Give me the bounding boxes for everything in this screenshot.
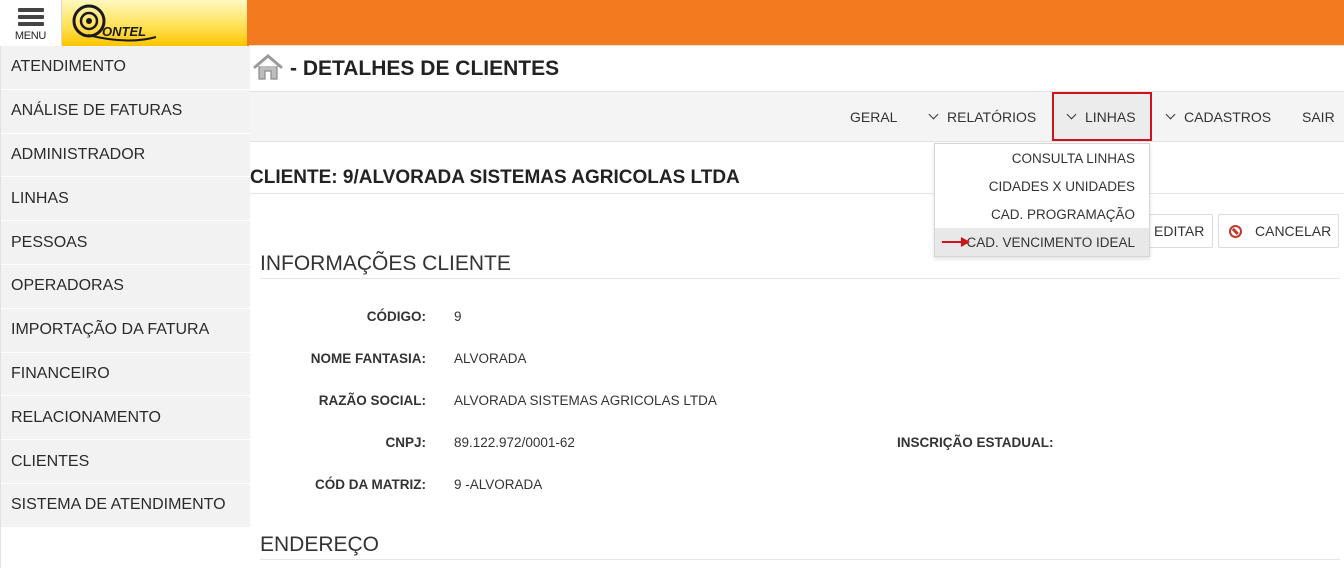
sidebar-item-operadoras[interactable]: OPERADORAS [1,264,250,309]
sidebar-item-administrador[interactable]: ADMINISTRADOR [1,133,250,178]
field-label-cod-matriz: CÓD DA MATRIZ: [315,477,426,492]
field-label-codigo: CÓDIGO: [366,309,426,324]
logo-text: ONTEL [102,24,146,39]
linhas-dropdown-menu: CONSULTA LINHAS CIDADES X UNIDADES CAD. … [934,143,1150,257]
field-value-nome-fantasia: ALVORADA [454,351,527,366]
sidebar-item-linhas[interactable]: LINHAS [1,177,250,222]
nav-linhas-label: LINHAS [1085,108,1136,125]
nav-relatorios[interactable]: RELATÓRIOS [928,92,1037,141]
nav-cadastros-label: CADASTROS [1184,108,1272,125]
nav-sair[interactable]: SAIR [1302,92,1335,141]
edit-button[interactable]: EDITAR [1143,214,1213,248]
main-content: - DETALHES DE CLIENTES GERAL RELATÓRIOS … [250,46,1344,568]
menu-item-cad-programacao[interactable]: CAD. PROGRAMAÇÃO [935,200,1149,228]
page-header: - DETALHES DE CLIENTES [252,52,559,82]
menu-button[interactable]: MENU [0,0,62,46]
field-value-codigo: 9 [454,309,462,324]
logo-icon: ONTEL [72,4,157,42]
cancel-button-label: CANCELAR [1255,223,1332,239]
top-navigation: GERAL RELATÓRIOS LINHAS CADASTROS SAIR [250,91,1344,142]
sidebar-filler [0,527,250,568]
cancel-button[interactable]: CANCELAR [1218,214,1339,248]
menu-item-consulta-linhas[interactable]: CONSULTA LINHAS [935,144,1149,172]
chevron-down-icon [928,109,939,120]
section-heading-info: INFORMAÇÕES CLIENTE [260,252,511,275]
sidebar-menu: ATENDIMENTO ANÁLISE DE FATURAS ADMINISTR… [0,46,250,528]
page-title: - DETALHES DE CLIENTES [290,57,560,80]
hamburger-icon [17,5,44,29]
field-label-cnpj: CNPJ: [385,435,426,450]
sidebar-item-analise-faturas[interactable]: ANÁLISE DE FATURAS [1,89,250,134]
home-icon[interactable] [252,52,284,82]
field-label-inscricao-estadual: INSCRIÇÃO ESTADUAL: [897,435,1054,450]
menu-item-label: CAD. VENCIMENTO IDEAL [966,234,1135,250]
nav-geral[interactable]: GERAL [850,92,897,141]
menu-item-cidades-unidades[interactable]: CIDADES X UNIDADES [935,172,1149,200]
field-label-nome-fantasia: NOME FANTASIA: [310,351,426,366]
field-value-cnpj: 89.122.972/0001-62 [454,435,575,450]
nav-relatorios-label: RELATÓRIOS [947,108,1037,125]
field-value-razao-social: ALVORADA SISTEMAS AGRICOLAS LTDA [454,393,717,408]
client-title: CLIENTE: 9/ALVORADA SISTEMAS AGRICOLAS L… [250,167,740,188]
top-bar: MENU ONTEL [0,0,1344,46]
divider [260,278,1340,279]
sidebar-item-atendimento[interactable]: ATENDIMENTO [1,46,250,90]
chevron-down-icon [1066,109,1077,120]
field-value-cod-matriz: 9 -ALVORADA [454,477,543,492]
chevron-down-icon [1165,109,1176,120]
company-logo[interactable]: ONTEL [62,0,249,46]
field-label-razao-social: RAZÃO SOCIAL: [318,393,426,408]
sidebar-item-pessoas[interactable]: PESSOAS [1,221,250,265]
menu-item-cad-vencimento-ideal[interactable]: CAD. VENCIMENTO IDEAL [935,228,1149,256]
red-arrow-icon [942,237,970,247]
divider [260,559,1340,560]
nav-cadastros[interactable]: CADASTROS [1165,92,1272,141]
menu-label: MENU [14,29,47,42]
section-heading-endereco: ENDEREÇO [260,533,380,556]
ban-icon [1229,224,1242,238]
divider [250,193,1344,194]
nav-linhas[interactable]: LINHAS [1052,92,1152,141]
